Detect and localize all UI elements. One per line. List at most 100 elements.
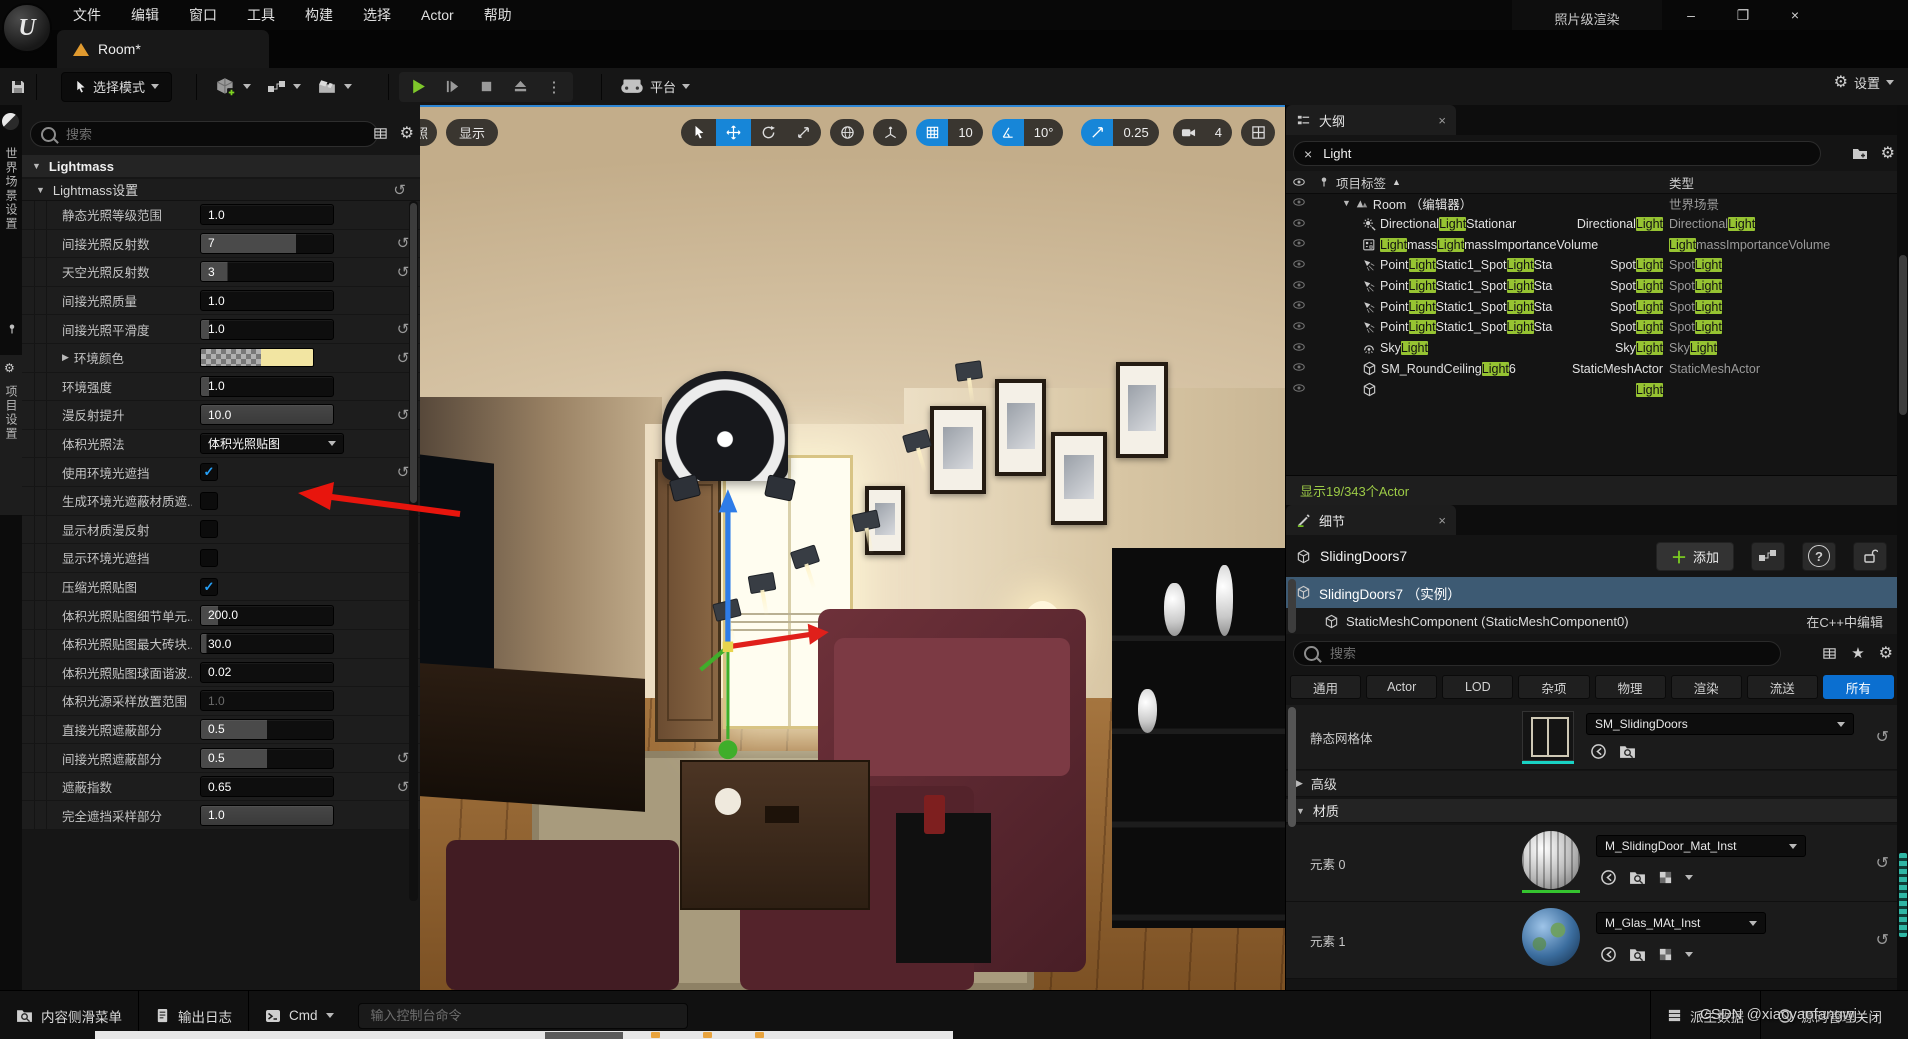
close-tab-icon[interactable]: × bbox=[1438, 113, 1446, 128]
filter-chip-LOD[interactable]: LOD bbox=[1442, 675, 1513, 699]
details-search[interactable] bbox=[1293, 641, 1781, 666]
static-mesh-thumbnail[interactable] bbox=[1522, 711, 1574, 761]
value-field[interactable]: 0.5 bbox=[200, 748, 334, 769]
value-field[interactable]: 0.65 bbox=[200, 776, 334, 797]
outliner-row-2[interactable]: DirectionalLightStationarDirectionalLigh… bbox=[1286, 214, 1897, 235]
add-actor-dropdown[interactable] bbox=[207, 73, 259, 101]
camera-speed-control[interactable]: 4 bbox=[1173, 119, 1232, 146]
checkbox[interactable] bbox=[200, 463, 218, 481]
save-button[interactable] bbox=[10, 79, 26, 95]
expand-arrow-icon[interactable]: ▶ bbox=[62, 352, 69, 363]
value-field[interactable]: 0.02 bbox=[200, 662, 334, 683]
menu-选择[interactable]: 选择 bbox=[348, 0, 406, 30]
material-options-icon[interactable] bbox=[1658, 947, 1673, 962]
tab-project-settings[interactable]: ⚙ 项目设置 bbox=[0, 355, 22, 515]
settings-dropdown[interactable]: ⚙ 设置 bbox=[1834, 72, 1894, 92]
browse-to-asset-icon[interactable] bbox=[1629, 946, 1646, 963]
panel-gear-icon[interactable]: ⚙ bbox=[400, 123, 414, 143]
reset-icon[interactable]: ↺ bbox=[397, 350, 410, 367]
value-field[interactable]: 30.0 bbox=[200, 633, 334, 654]
platforms-dropdown[interactable]: 平台 bbox=[612, 73, 698, 101]
skip-button[interactable] bbox=[437, 74, 467, 100]
world-settings-search[interactable] bbox=[30, 121, 378, 147]
minimize-button[interactable]: – bbox=[1678, 7, 1704, 23]
details-settings-icon[interactable]: ⚙ bbox=[1879, 643, 1893, 663]
outliner-search[interactable]: × bbox=[1293, 141, 1821, 166]
chevron-down-icon[interactable] bbox=[1685, 952, 1693, 957]
grid-snap-icon[interactable] bbox=[916, 119, 948, 146]
lit-mode-pill[interactable]: 照 bbox=[420, 119, 437, 146]
angle-snap-icon[interactable] bbox=[992, 119, 1024, 146]
help-button[interactable]: ? bbox=[1802, 542, 1836, 571]
filter-chip-物理[interactable]: 物理 bbox=[1595, 675, 1666, 699]
color-swatch[interactable] bbox=[200, 348, 314, 367]
outliner-row-3[interactable]: LightmassLightmassImportanceVolumeLightm… bbox=[1286, 234, 1897, 255]
value-field[interactable]: 1.0 bbox=[200, 376, 334, 397]
world-panel-scrollbar[interactable] bbox=[409, 201, 418, 901]
display-options-icon[interactable] bbox=[373, 126, 388, 141]
favorites-icon[interactable]: ★ bbox=[1851, 644, 1864, 662]
right-panel-scrollbar[interactable] bbox=[1897, 105, 1908, 990]
level-tab-room[interactable]: Room* bbox=[57, 30, 269, 68]
rotation-snap-control[interactable]: 10° bbox=[992, 119, 1064, 146]
checkbox[interactable] bbox=[200, 520, 218, 538]
value-field[interactable]: 0.5 bbox=[200, 719, 334, 740]
value-field[interactable]: 1.0 bbox=[200, 319, 334, 340]
menu-构建[interactable]: 构建 bbox=[290, 0, 348, 30]
scale-snap-value[interactable]: 0.25 bbox=[1113, 119, 1158, 146]
outliner-row-8[interactable]: SkyLightSkyLightSkyLight bbox=[1286, 338, 1897, 359]
menu-编辑[interactable]: 编辑 bbox=[116, 0, 174, 30]
play-button[interactable] bbox=[403, 74, 433, 100]
materials-section[interactable]: ▼ 材质 bbox=[1286, 799, 1897, 823]
ambient-sound-gizmo-icon[interactable] bbox=[662, 371, 787, 482]
filter-chip-杂项[interactable]: 杂项 bbox=[1518, 675, 1589, 699]
value-dropdown[interactable]: 体积光照贴图 bbox=[200, 433, 344, 454]
clear-search-icon[interactable]: × bbox=[1304, 146, 1312, 162]
inner-scrollbar-thumb[interactable] bbox=[1288, 707, 1296, 827]
reset-icon[interactable]: ↺ bbox=[397, 407, 410, 424]
chevron-down-icon[interactable] bbox=[1685, 875, 1693, 880]
move-tool[interactable] bbox=[716, 119, 751, 146]
component-row-selected[interactable]: SlidingDoors7 （实例） bbox=[1286, 577, 1897, 608]
door-material-sphere[interactable] bbox=[1522, 831, 1580, 889]
camera-speed-value[interactable]: 4 bbox=[1205, 119, 1232, 146]
reset-icon[interactable]: ↺ bbox=[1876, 930, 1889, 950]
checkbox[interactable] bbox=[200, 578, 218, 596]
outliner-row-5[interactable]: PointLightStatic1_SpotLightStaSpotLightS… bbox=[1286, 276, 1897, 297]
select-mode-dropdown[interactable]: 选择模式 bbox=[61, 72, 172, 102]
menu-Actor[interactable]: Actor bbox=[406, 0, 469, 30]
advanced-section[interactable]: ▶ 高级 bbox=[1286, 771, 1897, 797]
display-options-icon[interactable] bbox=[1822, 646, 1837, 661]
grid-snap-control[interactable]: 10 bbox=[916, 119, 982, 146]
level-viewport[interactable]: 照 显示 10 10° bbox=[420, 105, 1285, 990]
close-button[interactable]: × bbox=[1782, 7, 1808, 23]
filter-chip-通用[interactable]: 通用 bbox=[1290, 675, 1361, 699]
inner-scrollbar-thumb[interactable] bbox=[1288, 579, 1296, 633]
material-combobox[interactable]: M_SlidingDoor_Mat_Inst bbox=[1596, 835, 1806, 857]
close-tab-icon[interactable]: × bbox=[1438, 513, 1446, 528]
visibility-column-icon[interactable] bbox=[1286, 175, 1312, 189]
menu-窗口[interactable]: 窗口 bbox=[174, 0, 232, 30]
camera-icon[interactable] bbox=[1173, 119, 1205, 146]
value-field[interactable]: 7 bbox=[200, 233, 334, 254]
reset-icon[interactable]: ↺ bbox=[1876, 727, 1889, 747]
outliner-row-6[interactable]: PointLightStatic1_SpotLightStaSpotLightS… bbox=[1286, 296, 1897, 317]
tab-world-settings[interactable]: 世界场景设置 bbox=[3, 147, 20, 231]
scale-snap-icon[interactable] bbox=[1081, 119, 1113, 146]
category-lightmass[interactable]: ▼ Lightmass bbox=[22, 155, 420, 177]
pin-icon[interactable] bbox=[6, 323, 18, 335]
outliner-row-7[interactable]: PointLightStatic1_SpotLightStaSpotLightS… bbox=[1286, 317, 1897, 338]
reset-icon[interactable]: ↺ bbox=[397, 464, 410, 481]
edit-blueprint-button[interactable] bbox=[1751, 542, 1785, 571]
component-row-staticmesh[interactable]: StaticMeshComponent (StaticMeshComponent… bbox=[1286, 608, 1897, 634]
reset-icon[interactable]: ↺ bbox=[397, 235, 410, 252]
outliner-settings-icon[interactable]: ⚙ bbox=[1881, 143, 1895, 163]
maximize-viewport-button[interactable] bbox=[1241, 119, 1275, 146]
glass-material-sphere[interactable] bbox=[1522, 908, 1580, 966]
use-selected-asset-icon[interactable] bbox=[1590, 743, 1607, 760]
filter-chip-Actor[interactable]: Actor bbox=[1366, 675, 1437, 699]
checkbox[interactable] bbox=[200, 492, 218, 510]
value-field[interactable]: 200.0 bbox=[200, 605, 334, 626]
use-selected-asset-icon[interactable] bbox=[1600, 946, 1617, 963]
menu-帮助[interactable]: 帮助 bbox=[469, 0, 527, 30]
